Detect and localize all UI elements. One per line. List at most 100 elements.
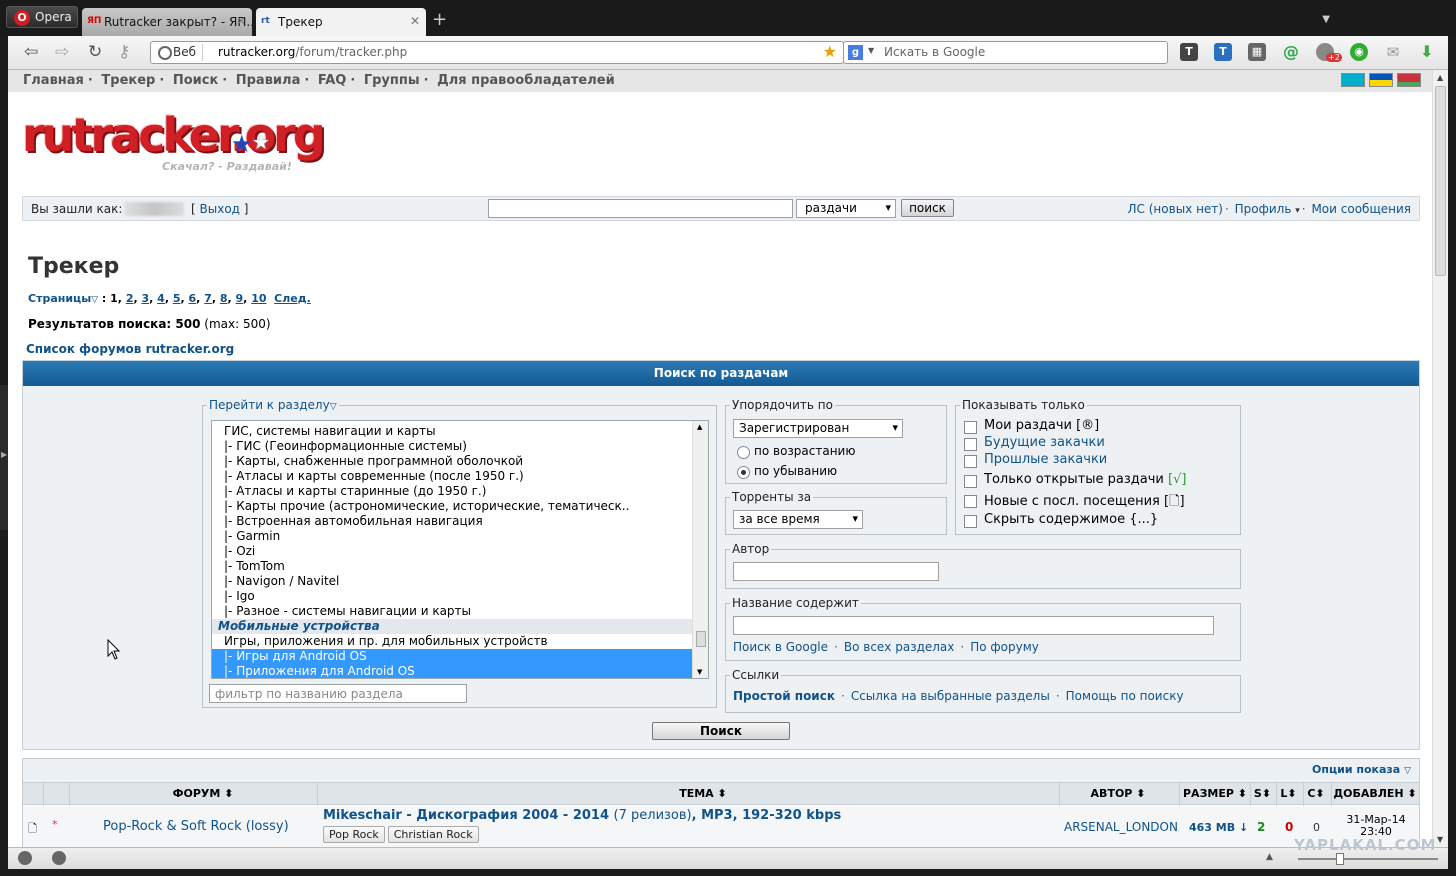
- flag-belarus-icon[interactable]: [1397, 73, 1421, 87]
- listbox-scrollbar[interactable]: ▲ ▼: [692, 421, 708, 678]
- back-icon[interactable]: ⇦: [24, 44, 38, 61]
- section-option[interactable]: |- Игры для Android OS: [212, 649, 708, 664]
- forum-search-link[interactable]: По форуму: [970, 640, 1039, 654]
- key-icon[interactable]: ⚷: [118, 44, 130, 61]
- col-size[interactable]: РАЗМЕР ⬍: [1179, 787, 1251, 800]
- extension-box-icon[interactable]: ▦: [1248, 43, 1266, 61]
- nav-tracker[interactable]: Трекер: [101, 73, 155, 88]
- topic-file-icon[interactable]: 🗋: [28, 820, 37, 839]
- quick-search-button[interactable]: поиск: [901, 199, 954, 217]
- extension-green-icon[interactable]: ◉: [1350, 43, 1368, 61]
- all-sections-link[interactable]: Во всех разделах: [844, 640, 955, 654]
- col-leechers[interactable]: L⬍: [1276, 787, 1301, 800]
- speed-dial-icon[interactable]: [52, 851, 66, 865]
- logout-link[interactable]: Выход: [200, 202, 240, 216]
- section-option[interactable]: |- ГИС (Геоинформационные системы): [212, 439, 708, 454]
- section-option[interactable]: |- Встроенная автомобильная навигация: [212, 514, 708, 529]
- col-forum[interactable]: ФОРУМ ⬍: [133, 787, 273, 800]
- tab-rutracker-closed[interactable]: ЯП Rutracker закрыт? - ЯП... ✕: [82, 8, 252, 36]
- pm-link[interactable]: ЛС (новых нет): [1128, 202, 1223, 216]
- zoom-slider[interactable]: [1298, 853, 1438, 865]
- section-listbox[interactable]: ГИС, системы навигации и карты |- ГИС (Ге…: [211, 420, 709, 679]
- tag-pop-rock[interactable]: Pop Rock: [323, 826, 385, 843]
- nav-groups[interactable]: Группы: [364, 73, 420, 88]
- page-link[interactable]: 5: [173, 292, 181, 305]
- search-submit-button[interactable]: Поиск: [652, 722, 790, 740]
- page-link[interactable]: 3: [141, 292, 149, 305]
- my-posts-link[interactable]: Мои сообщения: [1311, 202, 1411, 216]
- quick-search-type-select[interactable]: раздачи: [796, 199, 896, 218]
- listbox-scroll-thumb[interactable]: [696, 631, 706, 647]
- new-tab-button[interactable]: +: [432, 11, 447, 29]
- radio-ascending[interactable]: по возрастанию: [734, 444, 855, 459]
- tab-tracker[interactable]: rt Трекер ✕: [256, 8, 426, 36]
- scroll-up-icon[interactable]: ▲: [697, 423, 702, 431]
- section-option[interactable]: ГИС, системы навигации и карты: [212, 424, 708, 439]
- section-option[interactable]: |- Garmin: [212, 529, 708, 544]
- section-option[interactable]: |- Ozi: [212, 544, 708, 559]
- col-author[interactable]: АВТОР ⬍: [1063, 787, 1173, 800]
- nav-faq[interactable]: FAQ: [318, 73, 347, 88]
- close-tab-icon[interactable]: ✕: [410, 14, 420, 28]
- extension-t-dark-icon[interactable]: T: [1180, 43, 1198, 61]
- section-option[interactable]: |- Navigon / Navitel: [212, 574, 708, 589]
- extension-email-icon[interactable]: @: [1282, 43, 1300, 61]
- nav-rules[interactable]: Правила: [236, 73, 301, 88]
- forum-list-link[interactable]: Список форумов rutracker.org: [26, 342, 234, 356]
- row-forum-link[interactable]: Pop-Rock & Soft Rock (lossy): [103, 819, 289, 834]
- search-help-link[interactable]: Помощь по поиску: [1066, 689, 1184, 703]
- section-option[interactable]: |- Карты, снабженные программной оболочк…: [212, 454, 708, 469]
- page-link[interactable]: 4: [157, 292, 165, 305]
- google-search-link[interactable]: Поиск в Google: [733, 640, 828, 654]
- col-completed[interactable]: C⬍: [1303, 787, 1329, 800]
- show-options-link[interactable]: Опции показа ▽: [23, 759, 1419, 782]
- goto-section-label[interactable]: Перейти к разделу▽: [207, 398, 339, 412]
- google-icon[interactable]: g: [848, 45, 863, 60]
- side-panel-handle[interactable]: ▶: [0, 385, 8, 530]
- pages-label[interactable]: Страницы: [28, 292, 91, 305]
- nav-home[interactable]: Главная: [23, 73, 84, 88]
- page-link[interactable]: 6: [189, 292, 197, 305]
- section-option[interactable]: |- Разное - системы навигации и карты: [212, 604, 708, 619]
- section-option[interactable]: |- Igo: [212, 589, 708, 604]
- section-category[interactable]: Мобильные устройства: [212, 619, 708, 634]
- page-link[interactable]: 9: [236, 292, 244, 305]
- scroll-up-icon[interactable]: ▲: [1437, 73, 1443, 82]
- row-author-link[interactable]: ARSENAL_LONDON: [1064, 820, 1178, 834]
- search-engine-dropdown-icon[interactable]: ▼: [868, 46, 874, 55]
- row-topic-link[interactable]: Mikeschair - Дискография 2004 - 2014 (7 …: [323, 808, 841, 823]
- google-search-box[interactable]: g ▼ Искать в Google: [843, 41, 1168, 64]
- zoom-slider-knob[interactable]: [1336, 853, 1344, 865]
- col-seeders[interactable]: S⬍: [1250, 787, 1275, 800]
- nav-search[interactable]: Поиск: [173, 73, 218, 88]
- nav-copyright-holders[interactable]: Для правообладателей: [437, 73, 615, 88]
- checkbox-past-downloads[interactable]: Прошлые закачки: [964, 452, 1107, 468]
- download-arrow-icon[interactable]: ⬇: [1418, 43, 1436, 61]
- section-option[interactable]: |- Карты прочие (астрономические, истори…: [212, 499, 708, 514]
- page-link[interactable]: 2: [126, 292, 134, 305]
- checkbox-hide-content[interactable]: Скрыть содержимое {...}: [964, 512, 1158, 528]
- col-added[interactable]: ДОБАВЛЕН ⬍: [1331, 787, 1419, 800]
- close-tab-icon[interactable]: ✕: [236, 14, 246, 28]
- flag-ukraine-icon[interactable]: [1369, 73, 1393, 87]
- section-option[interactable]: Игры, приложения и пр. для мобильных уст…: [212, 634, 708, 649]
- section-filter-input[interactable]: фильтр по названию раздела: [209, 684, 467, 703]
- row-size-link[interactable]: 463 MB ↓: [1189, 821, 1248, 834]
- section-option[interactable]: |- Атласы и карты современные (после 195…: [212, 469, 708, 484]
- bookmark-star-icon[interactable]: ★: [823, 42, 837, 61]
- section-option[interactable]: |- Атласы и карты старинные (до 1950 г.): [212, 484, 708, 499]
- selected-sections-link[interactable]: Ссылка на выбранные разделы: [851, 689, 1050, 703]
- checkbox-new-since-visit[interactable]: Новые с посл. посещения [🗋]: [964, 492, 1185, 514]
- page-link[interactable]: 8: [220, 292, 228, 305]
- checkbox-open-only[interactable]: Только открытые раздачи [√]: [964, 472, 1186, 488]
- scroll-down-icon[interactable]: ▼: [1437, 835, 1443, 844]
- address-bar[interactable]: Веб rutracker.org/forum/tracker.php ★: [150, 41, 844, 64]
- profile-link[interactable]: Профиль: [1235, 202, 1292, 216]
- section-option[interactable]: |- Приложения для Android OS: [212, 664, 708, 678]
- page-link[interactable]: 10: [251, 292, 266, 305]
- quick-search-input[interactable]: [488, 199, 793, 218]
- checkbox-my-releases[interactable]: Мои раздачи [®]: [964, 418, 1099, 434]
- site-logo[interactable]: rutracker.org ★ ★ Скачал? - Раздавай!: [22, 100, 352, 178]
- pages-dropdown-icon[interactable]: ▽: [91, 295, 98, 305]
- radio-descending[interactable]: по убыванию: [734, 464, 837, 479]
